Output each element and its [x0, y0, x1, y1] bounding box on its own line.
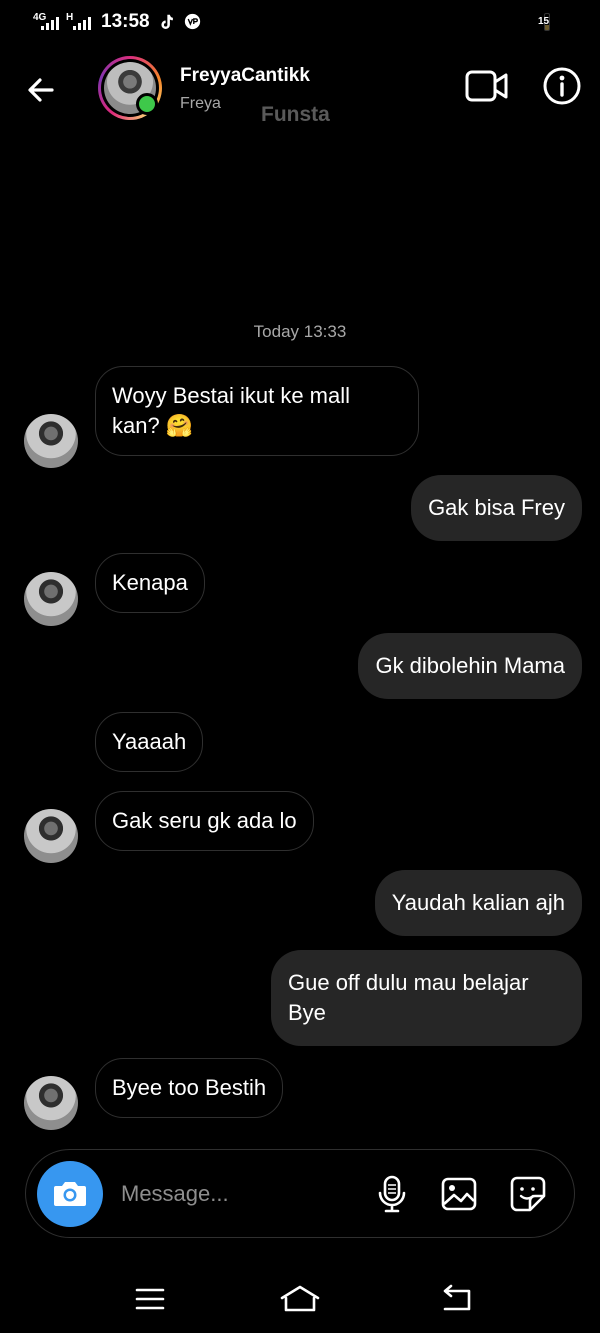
vpn-icon	[184, 13, 201, 30]
sticker-icon[interactable]	[509, 1175, 547, 1213]
chat-header: FreyyaCantikk Freya Funsta	[0, 48, 600, 132]
back-icon[interactable]	[435, 1282, 479, 1316]
online-status-dot	[136, 93, 158, 115]
contact-tag: Funsta	[261, 103, 330, 126]
microphone-icon[interactable]	[374, 1174, 410, 1214]
signal-bars-secondary-icon	[73, 16, 91, 30]
message-incoming[interactable]: Byee too Bestih	[95, 1058, 284, 1118]
sender-avatar[interactable]	[24, 1076, 78, 1130]
contact-subtitle: Freya	[180, 95, 221, 112]
chat-timestamp: Today 13:33	[253, 322, 347, 341]
signal-bars-icon	[41, 16, 59, 30]
message-incoming[interactable]: Woyy Bestai ikut ke mall kan? 🤗	[95, 366, 419, 456]
sender-avatar[interactable]	[24, 809, 78, 863]
clock: 13:58	[101, 11, 150, 32]
message-outgoing[interactable]: Gak bisa Frey	[411, 475, 582, 541]
tiktok-icon	[161, 14, 173, 29]
contact-name[interactable]: FreyyaCantikk	[180, 65, 310, 87]
message-incoming[interactable]: Kenapa	[95, 553, 205, 613]
gallery-icon[interactable]	[440, 1176, 478, 1212]
message-outgoing[interactable]: Yaudah kalian ajh	[374, 870, 582, 936]
camera-icon	[54, 1182, 86, 1206]
system-navigation-bar	[0, 1270, 600, 1333]
status-bar: 4G H 13:58 15	[0, 0, 600, 44]
menu-icon[interactable]	[128, 1282, 172, 1316]
info-icon[interactable]	[540, 64, 584, 108]
battery-level: 15	[538, 16, 550, 27]
sender-avatar[interactable]	[24, 414, 78, 468]
back-arrow-icon[interactable]	[22, 70, 62, 110]
message-composer	[25, 1149, 575, 1238]
message-incoming[interactable]: Yaaaah	[95, 712, 204, 772]
home-icon[interactable]	[278, 1282, 322, 1316]
message-input[interactable]	[121, 1178, 361, 1210]
message-outgoing[interactable]: Gk dibolehin Mama	[358, 633, 582, 699]
camera-button[interactable]	[37, 1161, 103, 1227]
message-incoming[interactable]: Gak seru gk ada lo	[95, 791, 314, 851]
sender-avatar[interactable]	[24, 572, 78, 626]
message-outgoing[interactable]: Gue off dulu mau belajar Bye	[271, 950, 582, 1046]
video-call-icon[interactable]	[464, 66, 510, 106]
